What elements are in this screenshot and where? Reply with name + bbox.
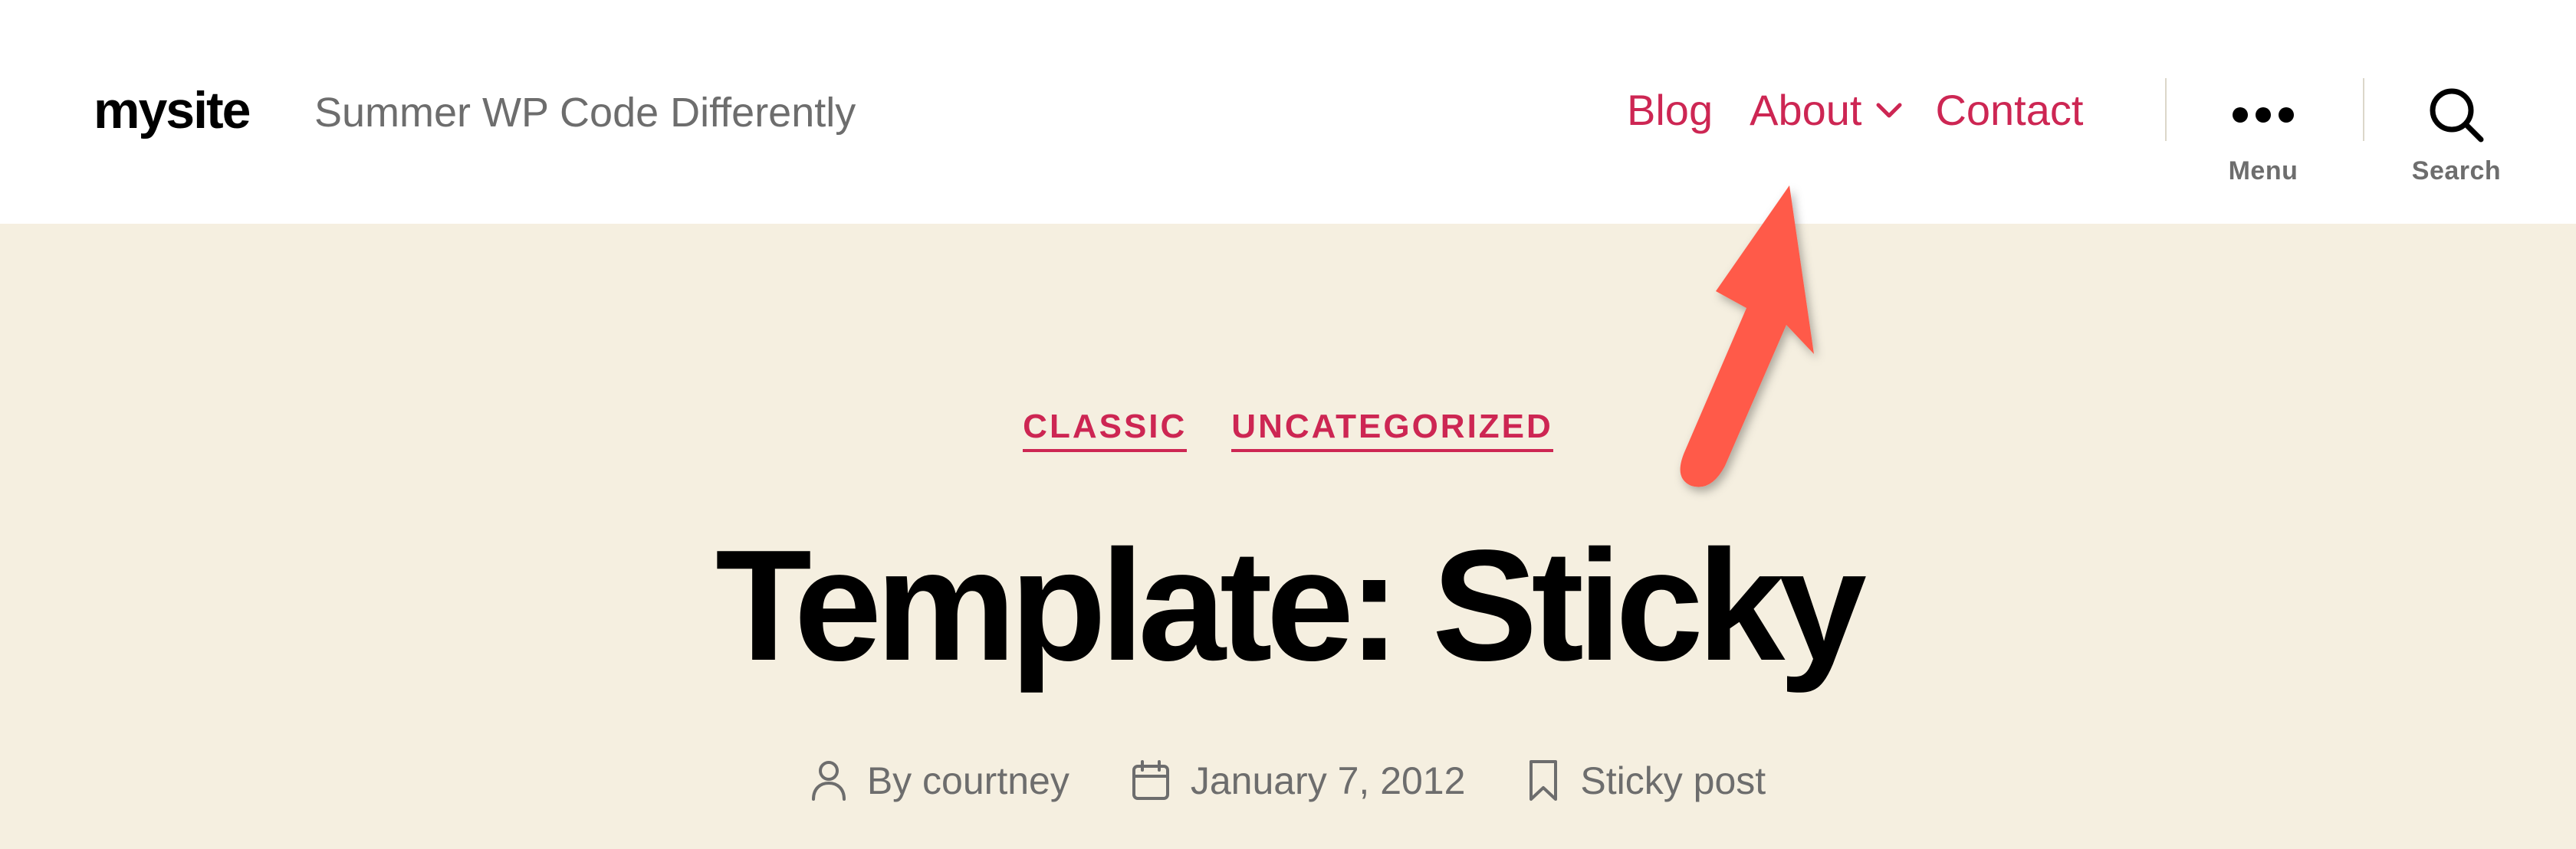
author-link[interactable]: By courtney [867,759,1070,803]
nav-link-blog[interactable]: Blog [1627,80,1713,141]
page: mysite Summer WP Code Differently Blog A… [0,0,2576,849]
ellipsis-icon[interactable] [2187,84,2340,146]
post-author: By courtney [810,759,1070,803]
site-header: mysite Summer WP Code Differently Blog A… [0,0,2576,224]
calendar-icon [1131,759,1171,802]
header-divider [2363,78,2364,141]
menu-toggle-button[interactable]: Menu [2187,77,2340,192]
nav-link-contact[interactable]: Contact [1935,80,2083,141]
site-description: Summer WP Code Differently [314,90,856,136]
entry-categories: CLASSIC UNCATEGORIZED [0,406,2576,452]
header-divider [2165,78,2167,141]
category-link-uncategorized[interactable]: UNCATEGORIZED [1231,406,1553,452]
search-icon[interactable] [2380,84,2533,146]
entry-title: Template: Sticky [715,517,1867,693]
bookmark-icon [1526,759,1560,803]
user-icon [810,759,847,802]
date-link[interactable]: January 7, 2012 [1191,759,1466,803]
primary-navigation: Blog About Contact [1627,80,2083,141]
post-meta: By courtney January 7, 2012 Sticky post [0,759,2576,803]
post-date: January 7, 2012 [1131,759,1466,803]
post-sticky: Sticky post [1526,759,1766,803]
category-link-classic[interactable]: CLASSIC [1023,406,1188,452]
annotation-arrow-icon [1680,185,1814,487]
sticky-label: Sticky post [1580,759,1766,802]
nav-link-about[interactable]: About [1750,80,1861,141]
nav-item-about[interactable]: About [1750,80,1903,141]
menu-toggle-label[interactable]: Menu [2187,156,2340,186]
search-toggle-label[interactable]: Search [2380,156,2533,186]
chevron-down-icon[interactable] [1875,101,1903,123]
search-toggle-button[interactable]: Search [2380,77,2533,192]
site-title-link[interactable]: mysite [94,80,251,141]
